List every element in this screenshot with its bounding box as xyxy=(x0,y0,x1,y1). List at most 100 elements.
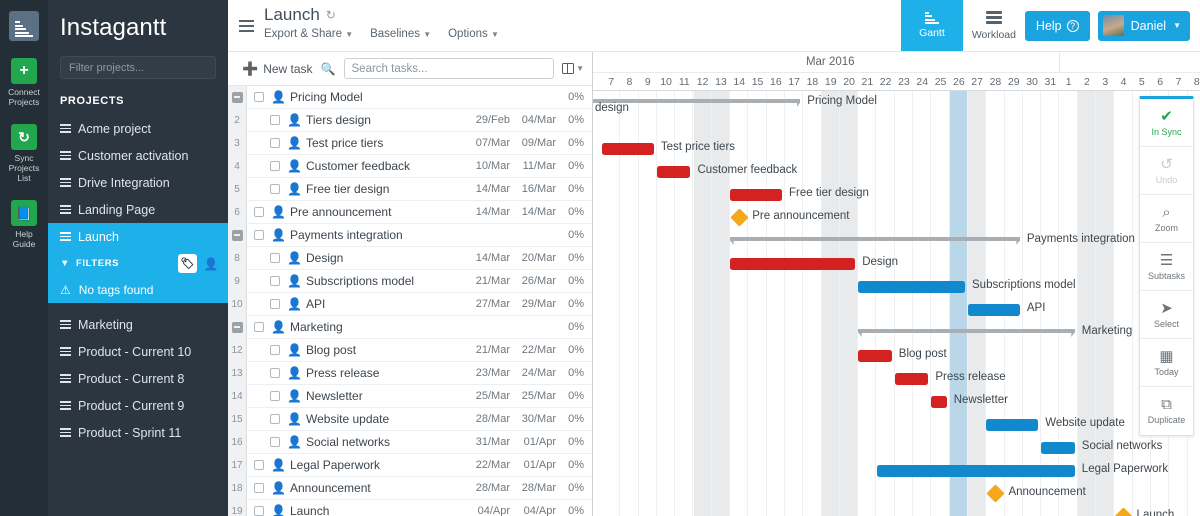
gantt-bar[interactable] xyxy=(858,350,892,362)
row-checkbox[interactable] xyxy=(270,414,280,424)
row-checkbox[interactable] xyxy=(270,115,280,125)
table-row[interactable]: 13 👤 Press release 23/Mar 24/Mar 0% xyxy=(228,361,592,385)
sidebar-item-product-current-9[interactable]: Product - Current 9 xyxy=(48,392,228,419)
assignee-icon[interactable]: 👤 xyxy=(271,482,286,494)
sidebar-item-drive-integration[interactable]: Drive Integration xyxy=(48,169,228,196)
tool-duplicate[interactable]: ⧉ Duplicate xyxy=(1140,387,1193,435)
person-filter-icon[interactable]: 👤 xyxy=(203,257,219,271)
gantt-milestone[interactable] xyxy=(986,484,1005,503)
assignee-icon[interactable]: 👤 xyxy=(287,183,302,195)
table-row[interactable]: 9 👤 Subscriptions model 21/Mar 26/Mar 0% xyxy=(228,269,592,293)
user-menu-button[interactable]: Daniel ▼ xyxy=(1097,10,1190,41)
row-checkbox[interactable] xyxy=(270,368,280,378)
table-row[interactable]: 2 👤 Tiers design 29/Feb 04/Mar 0% xyxy=(228,108,592,132)
tag-icon[interactable]: 🏷 xyxy=(178,254,198,273)
gantt-summary-bar[interactable] xyxy=(858,329,1075,337)
gantt-bar[interactable] xyxy=(968,304,1020,316)
search-icon[interactable]: 🔍 xyxy=(321,62,336,76)
gantt-milestone[interactable] xyxy=(730,208,749,227)
row-checkbox[interactable] xyxy=(270,391,280,401)
table-row[interactable]: 👤 Pricing Model 0% xyxy=(228,85,592,109)
gantt-bar[interactable] xyxy=(656,166,691,178)
tool-zoom[interactable]: ⌕ Zoom xyxy=(1140,195,1193,243)
gantt-bar[interactable] xyxy=(876,465,1075,477)
columns-button[interactable]: ▼ xyxy=(562,63,584,74)
sidebar-item-marketing[interactable]: Marketing xyxy=(48,311,228,338)
table-row[interactable]: 3 👤 Test price tiers 07/Mar 09/Mar 0% xyxy=(228,131,592,155)
search-tasks-input[interactable] xyxy=(343,58,555,79)
assignee-icon[interactable]: 👤 xyxy=(271,91,286,103)
sidebar-item-acme-project[interactable]: Acme project xyxy=(48,115,228,142)
table-row[interactable]: 14 👤 Newsletter 25/Mar 25/Mar 0% xyxy=(228,384,592,408)
refresh-icon[interactable]: ↻ xyxy=(326,8,336,22)
menu-options[interactable]: Options ▼ xyxy=(448,28,499,40)
help-guide-button[interactable]: 📘 Help Guide xyxy=(0,200,48,249)
gantt-bar[interactable] xyxy=(986,419,1039,431)
row-checkbox[interactable] xyxy=(254,322,264,332)
table-row[interactable]: 16 👤 Social networks 31/Mar 01/Apr 0% xyxy=(228,430,592,454)
table-row[interactable]: 4 👤 Customer feedback 10/Mar 11/Mar 0% xyxy=(228,154,592,178)
table-row[interactable]: 15 👤 Website update 28/Mar 30/Mar 0% xyxy=(228,407,592,431)
tool-today[interactable]: ▦ Today xyxy=(1140,339,1193,387)
assignee-icon[interactable]: 👤 xyxy=(271,206,286,218)
row-checkbox[interactable] xyxy=(270,138,280,148)
table-row[interactable]: 12 👤 Blog post 21/Mar 22/Mar 0% xyxy=(228,338,592,362)
sidebar-item-landing-page[interactable]: Landing Page xyxy=(48,196,228,223)
menu-baselines[interactable]: Baselines ▼ xyxy=(370,28,431,40)
table-row[interactable]: 10 👤 API 27/Mar 29/Mar 0% xyxy=(228,292,592,316)
row-checkbox[interactable] xyxy=(254,92,264,102)
gantt-bar[interactable] xyxy=(730,258,856,270)
assignee-icon[interactable]: 👤 xyxy=(287,137,302,149)
row-checkbox[interactable] xyxy=(254,506,264,516)
table-row[interactable]: 5 👤 Free tier design 14/Mar 16/Mar 0% xyxy=(228,177,592,201)
assignee-icon[interactable]: 👤 xyxy=(287,275,302,287)
assignee-icon[interactable]: 👤 xyxy=(287,390,302,402)
gantt-summary-bar[interactable] xyxy=(730,237,1020,245)
gantt-body[interactable]: Pricing Model design Test price tiers Custo… xyxy=(593,91,1200,516)
tab-workload[interactable]: Workload xyxy=(963,0,1025,51)
new-task-button[interactable]: ➕ New task xyxy=(242,61,313,77)
assignee-icon[interactable]: 👤 xyxy=(287,413,302,425)
sidebar-item-product-current-8[interactable]: Product - Current 8 xyxy=(48,365,228,392)
assignee-icon[interactable]: 👤 xyxy=(271,321,286,333)
row-checkbox[interactable] xyxy=(270,253,280,263)
sidebar-item-launch[interactable]: Launch xyxy=(48,223,228,250)
row-checkbox[interactable] xyxy=(270,299,280,309)
row-checkbox[interactable] xyxy=(254,230,264,240)
row-checkbox[interactable] xyxy=(270,184,280,194)
assignee-icon[interactable]: 👤 xyxy=(287,298,302,310)
gantt-bar[interactable] xyxy=(1041,442,1075,454)
table-row[interactable]: 8 👤 Design 14/Mar 20/Mar 0% xyxy=(228,246,592,270)
gantt-bar[interactable] xyxy=(730,189,782,201)
tool-subtasks[interactable]: ☰ Subtasks xyxy=(1140,243,1193,291)
row-checkbox[interactable] xyxy=(270,276,280,286)
gantt-bar[interactable] xyxy=(931,396,947,408)
collapse-icon[interactable] xyxy=(231,229,243,241)
hamburger-icon[interactable] xyxy=(228,0,264,51)
collapse-icon[interactable] xyxy=(231,321,243,333)
help-button[interactable]: Help ? xyxy=(1024,10,1090,41)
assignee-icon[interactable]: 👤 xyxy=(287,344,302,356)
table-row[interactable]: 19 👤 Launch 04/Apr 04/Apr 0% xyxy=(228,499,592,516)
assignee-icon[interactable]: 👤 xyxy=(271,505,286,516)
row-checkbox[interactable] xyxy=(254,460,264,470)
tool-select[interactable]: ➤ Select xyxy=(1140,291,1193,339)
row-checkbox[interactable] xyxy=(270,345,280,355)
row-checkbox[interactable] xyxy=(254,207,264,217)
gantt-milestone[interactable] xyxy=(1114,507,1133,516)
collapse-icon[interactable] xyxy=(231,91,243,103)
sidebar-item-product-sprint-11[interactable]: Product - Sprint 11 xyxy=(48,419,228,446)
sidebar-item-customer-activation[interactable]: Customer activation xyxy=(48,142,228,169)
assignee-icon[interactable]: 👤 xyxy=(287,114,302,126)
gantt-bar[interactable] xyxy=(894,373,929,385)
sync-projects-list-button[interactable]: ↻ Sync Projects List xyxy=(0,124,48,183)
assignee-icon[interactable]: 👤 xyxy=(287,160,302,172)
table-row[interactable]: 17 👤 Legal Paperwork 22/Mar 01/Apr 0% xyxy=(228,453,592,477)
row-checkbox[interactable] xyxy=(270,437,280,447)
table-row[interactable]: 👤 Payments integration 0% xyxy=(228,223,592,247)
row-checkbox[interactable] xyxy=(254,483,264,493)
assignee-icon[interactable]: 👤 xyxy=(271,229,286,241)
menu-export-share[interactable]: Export & Share ▼ xyxy=(264,28,353,40)
filters-row[interactable]: ▼ FILTERS 🏷 👤 xyxy=(48,250,228,277)
gantt-bar[interactable] xyxy=(858,281,965,293)
